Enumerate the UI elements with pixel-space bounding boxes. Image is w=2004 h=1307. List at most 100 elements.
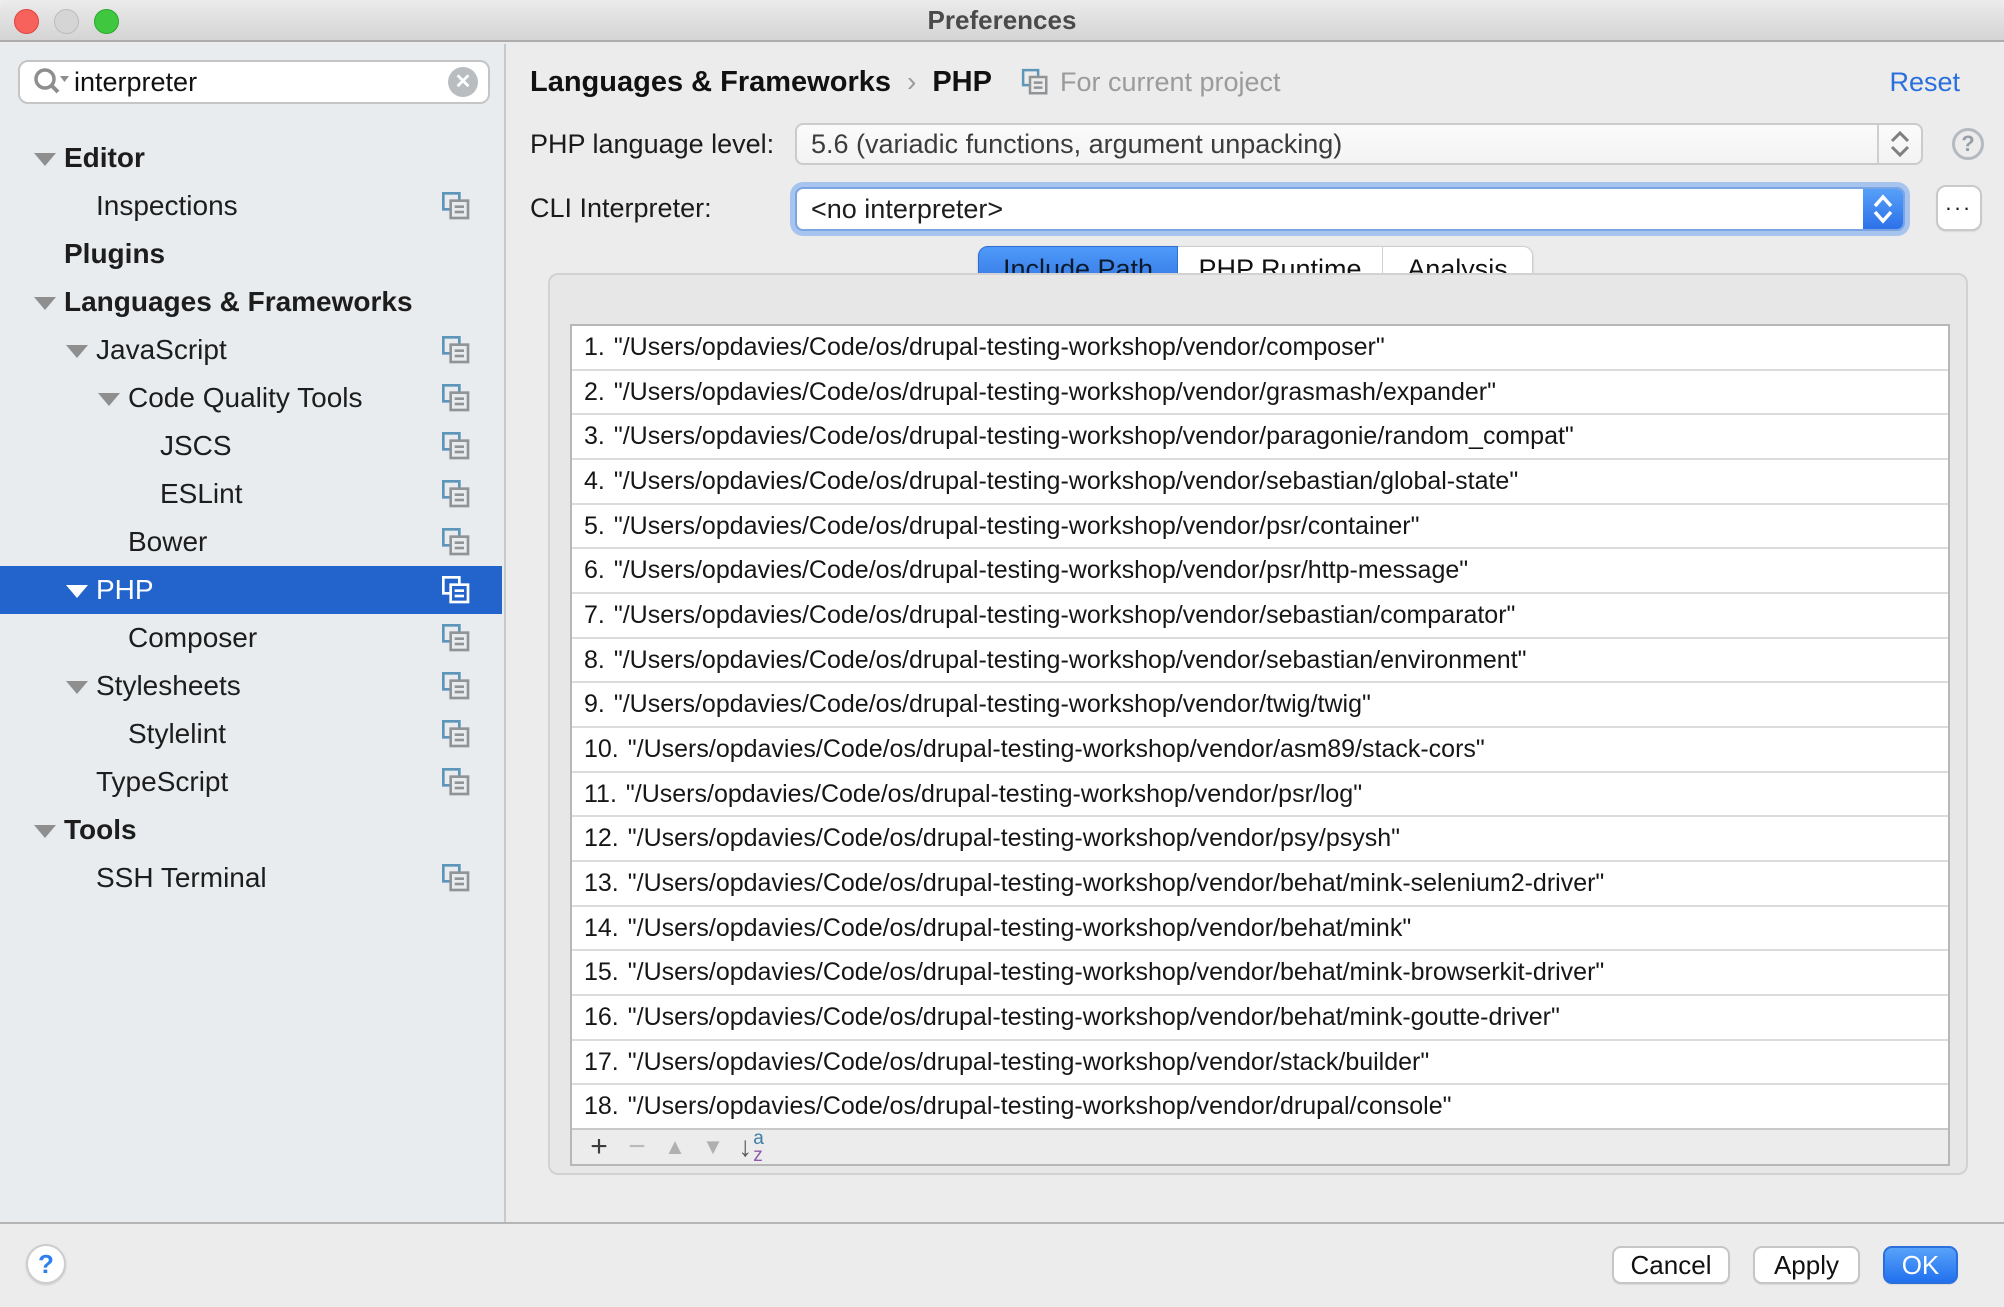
sort-alphabetically-button[interactable]: ↓ az bbox=[732, 1130, 770, 1164]
include-path-index: 8. bbox=[584, 646, 605, 675]
expand-arrow-icon[interactable] bbox=[62, 339, 96, 361]
search-input[interactable] bbox=[74, 67, 448, 98]
include-path-row[interactable]: 16."/Users/opdavies/Code/os/drupal-testi… bbox=[572, 994, 1948, 1039]
include-path-row[interactable]: 18."/Users/opdavies/Code/os/drupal-testi… bbox=[572, 1083, 1948, 1128]
select-stepper[interactable] bbox=[1863, 189, 1903, 229]
sidebar-item-editor[interactable]: Editor bbox=[0, 134, 502, 182]
sidebar-item-stylesheets[interactable]: Stylesheets bbox=[0, 662, 502, 710]
include-path-index: 17. bbox=[584, 1048, 619, 1077]
sidebar-item-typescript[interactable]: TypeScript bbox=[0, 758, 502, 806]
per-project-settings-icon bbox=[440, 526, 472, 558]
traffic-lights bbox=[14, 9, 119, 34]
sidebar-item-inspections[interactable]: Inspections bbox=[0, 182, 502, 230]
expand-arrow-icon[interactable] bbox=[62, 675, 96, 697]
include-path-row[interactable]: 11."/Users/opdavies/Code/os/drupal-testi… bbox=[572, 771, 1948, 816]
include-path-row[interactable]: 2."/Users/opdavies/Code/os/drupal-testin… bbox=[572, 369, 1948, 414]
include-path-row[interactable]: 5."/Users/opdavies/Code/os/drupal-testin… bbox=[572, 503, 1948, 548]
close-window-button[interactable] bbox=[14, 9, 39, 34]
sidebar-item-label: JavaScript bbox=[96, 334, 227, 366]
cancel-button[interactable]: Cancel bbox=[1612, 1246, 1730, 1284]
include-path-row[interactable]: 17."/Users/opdavies/Code/os/drupal-testi… bbox=[572, 1039, 1948, 1084]
expand-arrow-placeholder bbox=[94, 723, 128, 745]
chevron-up-icon bbox=[1875, 197, 1891, 206]
include-path-index: 2. bbox=[584, 378, 605, 407]
include-path-row[interactable]: 1."/Users/opdavies/Code/os/drupal-testin… bbox=[572, 326, 1948, 369]
language-level-help-icon[interactable]: ? bbox=[1952, 128, 1984, 160]
minimize-window-button[interactable] bbox=[54, 9, 79, 34]
zoom-window-button[interactable] bbox=[94, 9, 119, 34]
sidebar-item-code-quality-tools[interactable]: Code Quality Tools bbox=[0, 374, 502, 422]
add-button[interactable]: + bbox=[580, 1130, 618, 1164]
expand-arrow-icon[interactable] bbox=[30, 819, 64, 841]
move-down-button: ▼ bbox=[694, 1130, 732, 1164]
php-language-level-value: 5.6 (variadic functions, argument unpack… bbox=[797, 129, 1877, 160]
include-path-row[interactable]: 4."/Users/opdavies/Code/os/drupal-testin… bbox=[572, 458, 1948, 503]
sidebar-item-label: Stylelint bbox=[128, 718, 226, 750]
include-path-value: "/Users/opdavies/Code/os/drupal-testing-… bbox=[628, 824, 1400, 853]
include-path-row[interactable]: 6."/Users/opdavies/Code/os/drupal-testin… bbox=[572, 547, 1948, 592]
sidebar-item-plugins[interactable]: Plugins bbox=[0, 230, 502, 278]
include-path-index: 4. bbox=[584, 467, 605, 496]
include-path-row[interactable]: 13."/Users/opdavies/Code/os/drupal-testi… bbox=[572, 860, 1948, 905]
include-path-index: 11. bbox=[584, 780, 617, 809]
sidebar-item-javascript[interactable]: JavaScript bbox=[0, 326, 502, 374]
include-path-row[interactable]: 14."/Users/opdavies/Code/os/drupal-testi… bbox=[572, 905, 1948, 950]
breadcrumb: Languages & Frameworks › PHP For current… bbox=[530, 60, 1960, 104]
per-project-settings-icon bbox=[440, 382, 472, 414]
include-path-panel: 1."/Users/opdavies/Code/os/drupal-testin… bbox=[548, 273, 1968, 1175]
per-project-settings-icon bbox=[440, 718, 472, 750]
include-path-index: 16. bbox=[584, 1003, 619, 1032]
sidebar-item-languages-and-frameworks[interactable]: Languages & Frameworks bbox=[0, 278, 502, 326]
include-path-row[interactable]: 12."/Users/opdavies/Code/os/drupal-testi… bbox=[572, 815, 1948, 860]
ellipsis-icon: ... bbox=[1945, 190, 1972, 216]
breadcrumb-languages-frameworks[interactable]: Languages & Frameworks bbox=[530, 66, 891, 99]
help-button[interactable]: ? bbox=[26, 1244, 66, 1284]
sidebar-item-tools[interactable]: Tools bbox=[0, 806, 502, 854]
per-project-settings-icon bbox=[440, 334, 472, 366]
sidebar-item-label: Stylesheets bbox=[96, 670, 241, 702]
clear-search-icon[interactable]: ✕ bbox=[448, 67, 478, 97]
sidebar-item-jscs[interactable]: JSCS bbox=[0, 422, 502, 470]
php-language-level-select[interactable]: 5.6 (variadic functions, argument unpack… bbox=[795, 123, 1923, 165]
cli-interpreter-select[interactable]: <no interpreter> bbox=[795, 187, 1905, 231]
title-bar: Preferences bbox=[0, 0, 2004, 42]
per-project-settings-icon bbox=[440, 766, 472, 798]
expand-arrow-icon[interactable] bbox=[94, 387, 128, 409]
sidebar-item-bower[interactable]: Bower bbox=[0, 518, 502, 566]
expand-arrow-icon[interactable] bbox=[30, 291, 64, 313]
include-path-row[interactable]: 7."/Users/opdavies/Code/os/drupal-testin… bbox=[572, 592, 1948, 637]
dialog-buttons: Cancel Apply OK bbox=[1612, 1246, 1958, 1284]
cli-interpreter-label: CLI Interpreter: bbox=[530, 186, 712, 230]
expand-arrow-icon[interactable] bbox=[30, 147, 64, 169]
for-current-project-label: For current project bbox=[1060, 67, 1281, 98]
include-path-row[interactable]: 8."/Users/opdavies/Code/os/drupal-testin… bbox=[572, 637, 1948, 682]
expand-arrow-placeholder bbox=[30, 243, 64, 265]
sidebar-item-label: Composer bbox=[128, 622, 257, 654]
include-path-row[interactable]: 15."/Users/opdavies/Code/os/drupal-testi… bbox=[572, 949, 1948, 994]
cli-interpreter-value: <no interpreter> bbox=[797, 194, 1863, 225]
sidebar-item-eslint[interactable]: ESLint bbox=[0, 470, 502, 518]
chevron-down-icon bbox=[1892, 147, 1908, 155]
sidebar-item-stylelint[interactable]: Stylelint bbox=[0, 710, 502, 758]
cli-interpreter-browse-button[interactable]: ... bbox=[1936, 185, 1982, 231]
settings-search-field[interactable]: ✕ bbox=[18, 60, 490, 104]
expand-arrow-placeholder bbox=[62, 867, 96, 889]
breadcrumb-separator-icon: › bbox=[907, 66, 916, 98]
per-project-settings-icon bbox=[440, 622, 472, 654]
sidebar-item-label: Bower bbox=[128, 526, 207, 558]
ok-button[interactable]: OK bbox=[1883, 1246, 1958, 1284]
window-title: Preferences bbox=[928, 5, 1077, 36]
chevron-up-icon bbox=[1892, 133, 1908, 141]
include-path-row[interactable]: 10."/Users/opdavies/Code/os/drupal-testi… bbox=[572, 726, 1948, 771]
include-path-row[interactable]: 3."/Users/opdavies/Code/os/drupal-testin… bbox=[572, 413, 1948, 458]
select-stepper[interactable] bbox=[1877, 125, 1921, 163]
apply-button[interactable]: Apply bbox=[1753, 1246, 1860, 1284]
include-path-listbox: 1."/Users/opdavies/Code/os/drupal-testin… bbox=[570, 324, 1950, 1166]
sidebar-item-php[interactable]: PHP bbox=[0, 566, 502, 614]
include-path-value: "/Users/opdavies/Code/os/drupal-testing-… bbox=[628, 869, 1605, 898]
sidebar-item-composer[interactable]: Composer bbox=[0, 614, 502, 662]
reset-link[interactable]: Reset bbox=[1889, 67, 1960, 98]
sidebar-item-ssh-terminal[interactable]: SSH Terminal bbox=[0, 854, 502, 902]
expand-arrow-icon[interactable] bbox=[62, 579, 96, 601]
include-path-row[interactable]: 9."/Users/opdavies/Code/os/drupal-testin… bbox=[572, 681, 1948, 726]
